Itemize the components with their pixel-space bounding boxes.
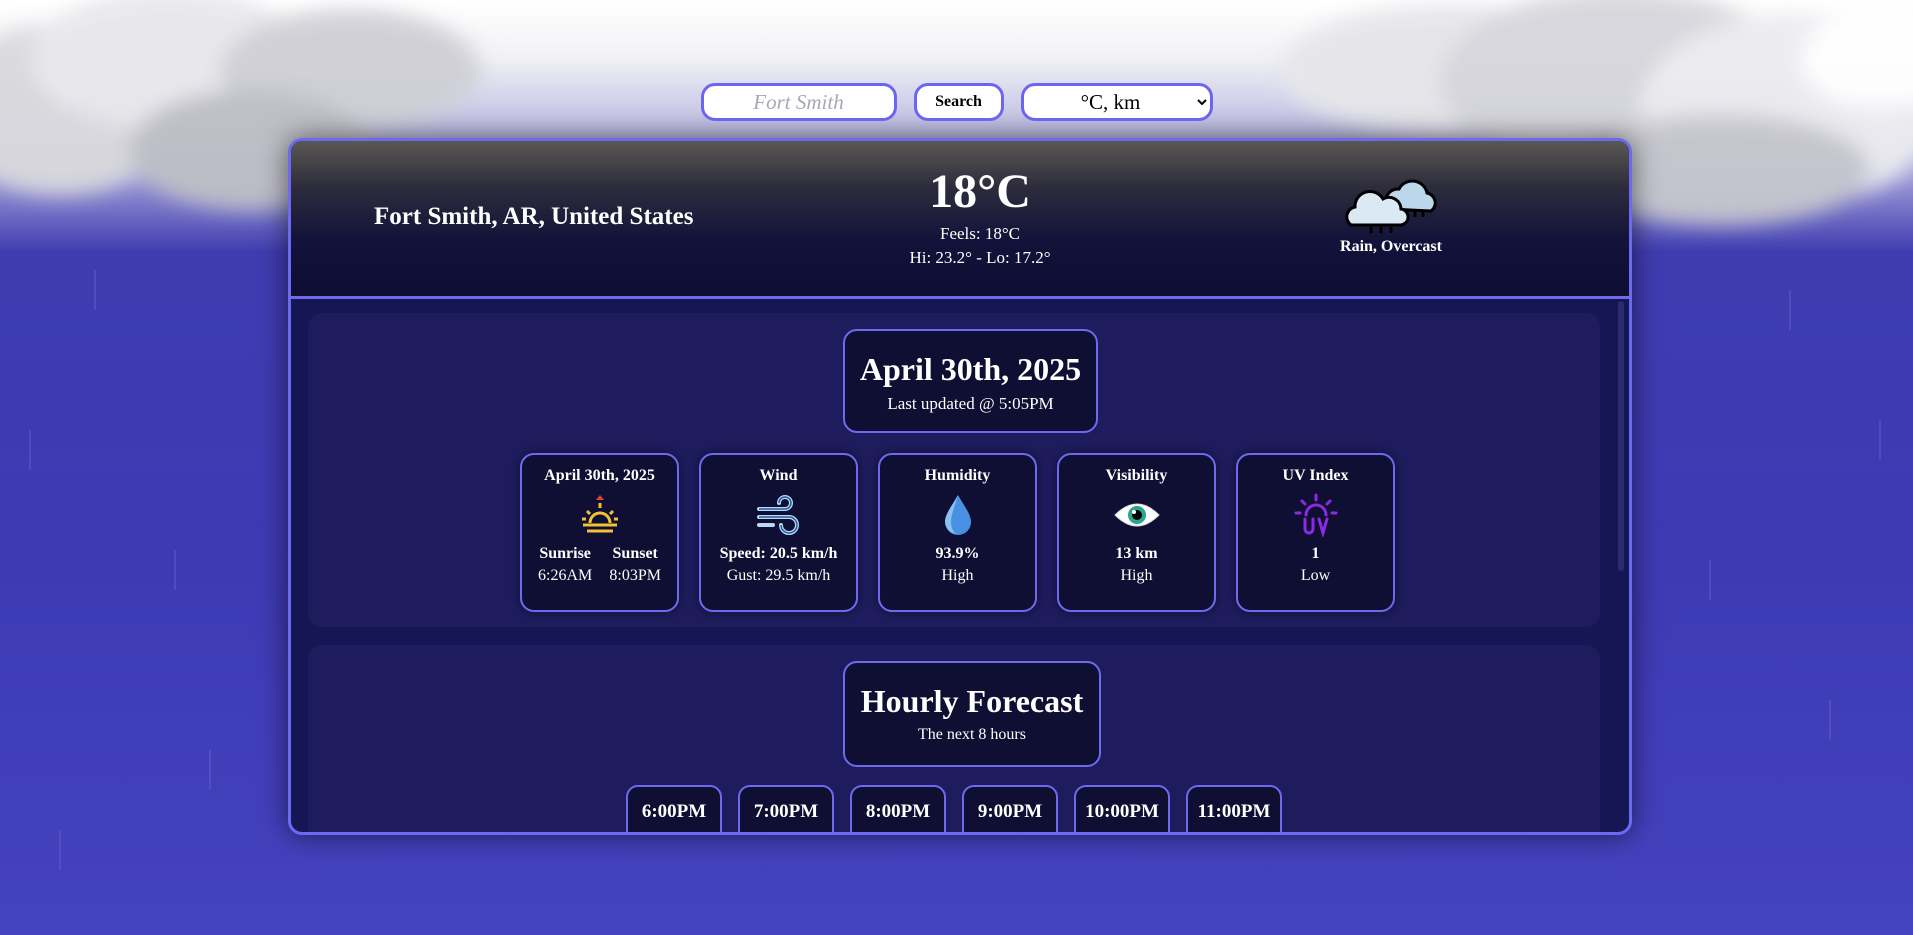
eye-icon bbox=[1113, 503, 1160, 527]
sunrise-time: 6:26AM bbox=[538, 567, 593, 584]
location-name: Fort Smith, AR, United States bbox=[374, 203, 694, 230]
today-section: April 30th, 2025 Last updated @ 5:05PM A… bbox=[308, 313, 1600, 627]
feels-like: Feels: 18°C bbox=[940, 224, 1020, 243]
humidity-card: Humidity 93.9% High bbox=[878, 453, 1037, 612]
humidity-card-title: Humidity bbox=[924, 467, 991, 484]
visibility-value: 13 km bbox=[1115, 545, 1158, 562]
condition-text: Rain, Overcast bbox=[1340, 238, 1442, 255]
wind-gust: Gust: 29.5 km/h bbox=[726, 567, 831, 584]
hourly-title: Hourly Forecast bbox=[860, 683, 1084, 719]
sun-card-title: April 30th, 2025 bbox=[544, 467, 655, 484]
hourly-subtitle: The next 8 hours bbox=[918, 726, 1026, 743]
wind-icon bbox=[756, 495, 799, 535]
wind-card-title: Wind bbox=[759, 467, 798, 484]
hour-card: 9:00PM bbox=[962, 785, 1058, 832]
visibility-card: Visibility 13 km High bbox=[1057, 453, 1216, 612]
hour-card: 8:00PM bbox=[850, 785, 946, 832]
search-bar: Search °C, km bbox=[0, 83, 1913, 121]
hourly-header-card: Hourly Forecast The next 8 hours bbox=[843, 661, 1101, 767]
humidity-value: 93.9% bbox=[935, 545, 980, 562]
sunrise-label: Sunrise bbox=[539, 545, 591, 562]
city-search-input[interactable] bbox=[700, 83, 897, 121]
uv-sun-icon bbox=[1294, 493, 1337, 537]
date-card: April 30th, 2025 Last updated @ 5:05PM bbox=[843, 329, 1098, 433]
sunset-label: Sunset bbox=[612, 545, 658, 562]
sunrise-icon bbox=[581, 495, 618, 533]
uv-index-card: UV Index 1 Low bbox=[1236, 453, 1395, 612]
hourly-section: Hourly Forecast The next 8 hours 6:00PM … bbox=[308, 645, 1600, 832]
uv-value: 1 bbox=[1311, 545, 1320, 562]
visibility-level: High bbox=[1120, 567, 1153, 584]
date-title: April 30th, 2025 bbox=[859, 351, 1082, 387]
current-weather-header: Fort Smith, AR, United States 18°C Feels… bbox=[291, 141, 1629, 299]
search-button[interactable]: Search bbox=[913, 83, 1004, 121]
visibility-card-title: Visibility bbox=[1105, 467, 1168, 484]
hour-card: 11:00PM bbox=[1186, 785, 1282, 832]
uv-level: Low bbox=[1300, 567, 1331, 584]
hour-card: 10:00PM bbox=[1074, 785, 1170, 832]
hour-card: 6:00PM bbox=[626, 785, 722, 832]
wind-speed: Speed: 20.5 km/h bbox=[719, 545, 838, 562]
droplet-icon bbox=[944, 495, 971, 535]
current-temperature: 18°C bbox=[929, 165, 1031, 218]
condition-block: Rain, Overcast bbox=[1321, 173, 1461, 256]
rain-cloud-icon bbox=[1345, 179, 1437, 233]
hour-card: 7:00PM bbox=[738, 785, 834, 832]
sunset-time: 8:03PM bbox=[609, 567, 661, 584]
hi-lo-temperature: Hi: 23.2° - Lo: 17.2° bbox=[909, 248, 1051, 267]
hourly-list: 6:00PM 7:00PM 8:00PM 9:00PM 10:00PM 11:0… bbox=[626, 785, 1282, 832]
uv-card-title: UV Index bbox=[1282, 467, 1349, 484]
humidity-level: High bbox=[941, 567, 974, 584]
last-updated: Last updated @ 5:05PM bbox=[887, 394, 1054, 413]
weather-card: Fort Smith, AR, United States 18°C Feels… bbox=[288, 138, 1632, 835]
sun-card: April 30th, 2025 Sunrise 6:26AM Sunset 8… bbox=[520, 453, 679, 612]
wind-card: Wind Speed: 20.5 km/h Gust: 29.5 km/h bbox=[699, 453, 858, 612]
unit-select[interactable]: °C, km bbox=[1020, 83, 1213, 121]
temperature-block: 18°C Feels: 18°C Hi: 23.2° - Lo: 17.2° bbox=[811, 165, 1149, 268]
scrollbar[interactable] bbox=[1618, 301, 1624, 571]
